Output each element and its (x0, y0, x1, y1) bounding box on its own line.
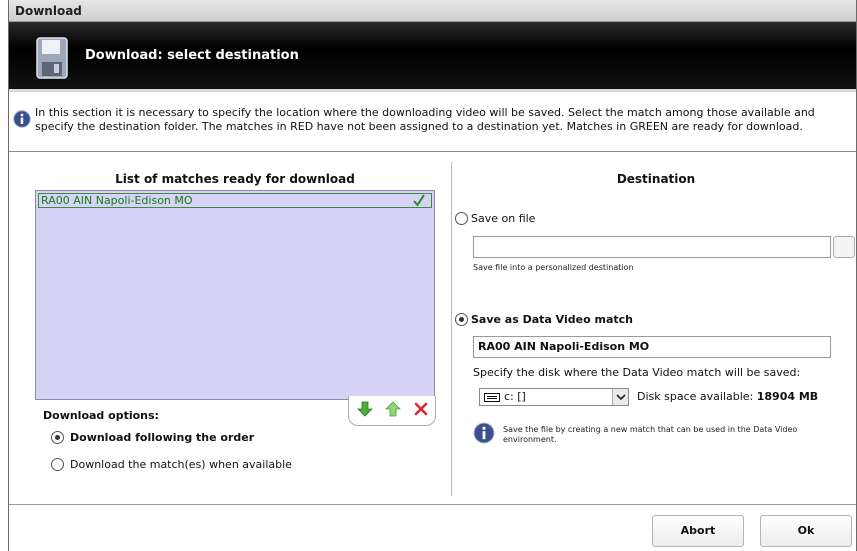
banner-title: Download: select destination (85, 48, 299, 63)
radio-button[interactable] (51, 458, 64, 471)
match-list-heading: List of matches ready for download (115, 172, 355, 186)
radio-download-available[interactable]: Download the match(es) when available (51, 458, 292, 471)
disk-space: Disk space available: 18904 MB (637, 390, 818, 403)
info-section: In this section it is necessary to speci… (13, 104, 848, 140)
match-label: RA00 AIN Napoli-Edison MO (41, 194, 193, 207)
disk-space-value: 18904 MB (756, 390, 819, 403)
save-match-note: Save the file by creating a new match th… (503, 425, 798, 444)
radio-button[interactable] (455, 212, 468, 225)
panel-divider (451, 162, 452, 496)
match-list[interactable]: RA00 AIN Napoli-Edison MO (35, 190, 435, 400)
radio-download-order[interactable]: Download following the order (51, 431, 254, 444)
browse-button[interactable] (833, 236, 855, 258)
disk-prompt: Specify the disk where the Data Video ma… (473, 366, 801, 379)
check-icon (413, 194, 425, 207)
list-item[interactable]: RA00 AIN Napoli-Edison MO (38, 193, 432, 208)
radio-save-on-file[interactable]: Save on file (455, 212, 535, 225)
radio-save-as-match[interactable]: Save as Data Video match (455, 313, 633, 326)
banner: Download: select destination (9, 22, 856, 92)
window-title: Download (9, 0, 856, 22)
disk-select-value: c: [] (504, 390, 526, 403)
disk-select[interactable]: c: [] (479, 388, 629, 406)
radio-label: Download the match(es) when available (70, 458, 292, 471)
delete-icon[interactable] (413, 401, 429, 417)
file-path-field[interactable] (473, 236, 831, 258)
list-toolbar (348, 396, 436, 426)
download-options-label: Download options: (43, 409, 159, 422)
drive-icon (484, 393, 500, 402)
footer-divider (9, 504, 856, 505)
abort-button[interactable]: Abort (652, 515, 744, 547)
info-icon (13, 110, 31, 128)
radio-button[interactable] (51, 431, 64, 444)
floppy-disk-icon (36, 37, 68, 79)
divider (9, 151, 856, 152)
arrow-up-icon[interactable] (385, 401, 401, 417)
download-window: Download Download: select destination In… (8, 0, 857, 551)
ok-button[interactable]: Ok (760, 515, 852, 547)
disk-space-label: Disk space available: (637, 390, 754, 403)
save-file-hint: Save file into a personalized destinatio… (473, 263, 634, 272)
info-icon (473, 422, 495, 444)
radio-label: Download following the order (70, 431, 255, 444)
radio-button[interactable] (455, 313, 468, 326)
destination-heading: Destination (616, 172, 696, 186)
radio-label: Save on file (471, 212, 536, 225)
chevron-down-icon[interactable] (612, 389, 628, 405)
match-name-field[interactable]: RA00 AIN Napoli-Edison MO (473, 336, 831, 358)
arrow-down-icon[interactable] (357, 401, 373, 417)
radio-label: Save as Data Video match (471, 313, 633, 326)
info-text: In this section it is necessary to speci… (35, 106, 815, 133)
